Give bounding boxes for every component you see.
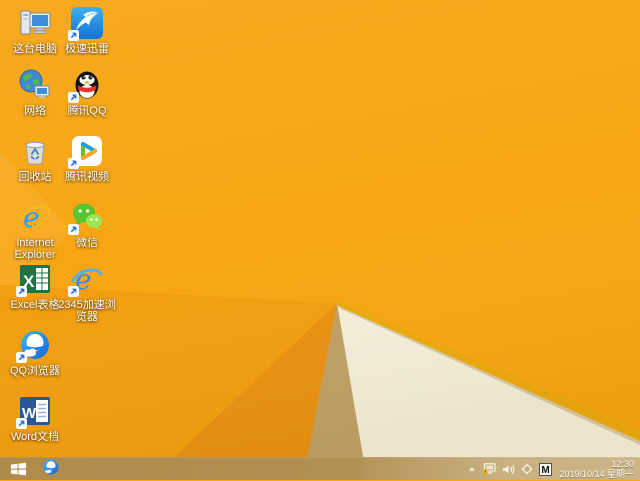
desktop-icons-area: 这台电脑 极速迅雷 网络 腾讯QQ 回收站 腾讯视频 e Internet Ex…	[6, 0, 640, 457]
shortcut-arrow-icon	[68, 92, 79, 103]
desktop-icon-label: QQ浏览器	[9, 365, 61, 377]
desktop-icon-qq[interactable]: 腾讯QQ	[58, 68, 116, 117]
system-tray: M	[468, 458, 553, 481]
desktop-icon-word[interactable]: W Word文档	[6, 394, 64, 443]
desktop-icon-label: 网络	[24, 105, 46, 117]
shortcut-arrow-icon	[16, 352, 27, 363]
desktop-icon-label: 极速迅雷	[65, 43, 109, 55]
desktop-icon-label: Word文档	[10, 431, 60, 443]
desktop-icon-this-pc[interactable]: 这台电脑	[6, 6, 64, 55]
internet-explorer-icon: e	[18, 200, 52, 234]
desktop-icon-label: 微信	[76, 237, 98, 249]
desktop-icon-browser-2345[interactable]: e 2345加速浏览器	[58, 262, 116, 323]
desktop-icon-label: 2345加速浏览器	[58, 299, 116, 323]
desktop-icon-excel[interactable]: X Excel表格	[6, 262, 64, 311]
taskbar-pin-qq-browser[interactable]	[36, 458, 66, 481]
shortcut-arrow-icon	[68, 30, 79, 41]
desktop-icon-label: Excel表格	[10, 299, 60, 311]
desktop-icon-label: 这台电脑	[13, 43, 57, 55]
shortcut-arrow-icon	[68, 286, 79, 297]
desktop-icon-qq-browser[interactable]: QQ浏览器	[6, 328, 64, 377]
desktop-icon-internet-explorer[interactable]: e Internet Explorer	[6, 200, 64, 261]
shortcut-arrow-icon	[16, 286, 27, 297]
taskbar-clock[interactable]: 12:30 2019/10/14 星期一	[559, 459, 634, 479]
taskbar-pinned-apps	[36, 458, 66, 481]
network-icon	[18, 68, 52, 102]
desktop-icon-label: 回收站	[18, 171, 52, 183]
windows-desktop: { "wallpaper": { "base_color": "#F7A512"…	[0, 0, 640, 480]
desktop-icon-tencent-video[interactable]: 腾讯视频	[58, 134, 116, 183]
recycle-bin-icon	[18, 134, 52, 168]
desktop-icon-recycle-bin[interactable]: 回收站	[6, 134, 64, 183]
clock-time: 12:30	[611, 459, 634, 469]
this-pc-icon	[18, 6, 52, 40]
tray-input-method-icon[interactable]: M	[539, 458, 553, 481]
shortcut-arrow-icon	[16, 418, 27, 429]
tray-network-status-icon[interactable]	[482, 458, 497, 481]
tray-volume-icon[interactable]	[502, 458, 515, 481]
windows-logo-icon	[10, 462, 26, 476]
desktop-icon-label: Internet Explorer	[14, 237, 56, 261]
desktop-icon-wechat[interactable]: 微信	[58, 200, 116, 249]
shortcut-arrow-icon	[68, 224, 79, 235]
desktop-icon-label: 腾讯视频	[65, 171, 109, 183]
desktop-icon-thunder[interactable]: 极速迅雷	[58, 6, 116, 55]
start-button[interactable]	[0, 458, 36, 481]
desktop-icon-network[interactable]: 网络	[6, 68, 64, 117]
tray-tray-utility-icon[interactable]	[521, 458, 533, 481]
desktop-icon-label: 腾讯QQ	[67, 105, 107, 117]
svg-text:M: M	[542, 465, 550, 476]
tray-show-hidden-icons-icon[interactable]	[468, 458, 476, 481]
taskbar: M 12:30 2019/10/14 星期一	[0, 457, 640, 480]
shortcut-arrow-icon	[68, 158, 79, 169]
qq-browser-task-icon	[42, 458, 60, 481]
clock-date: 2019/10/14 星期一	[559, 469, 634, 479]
